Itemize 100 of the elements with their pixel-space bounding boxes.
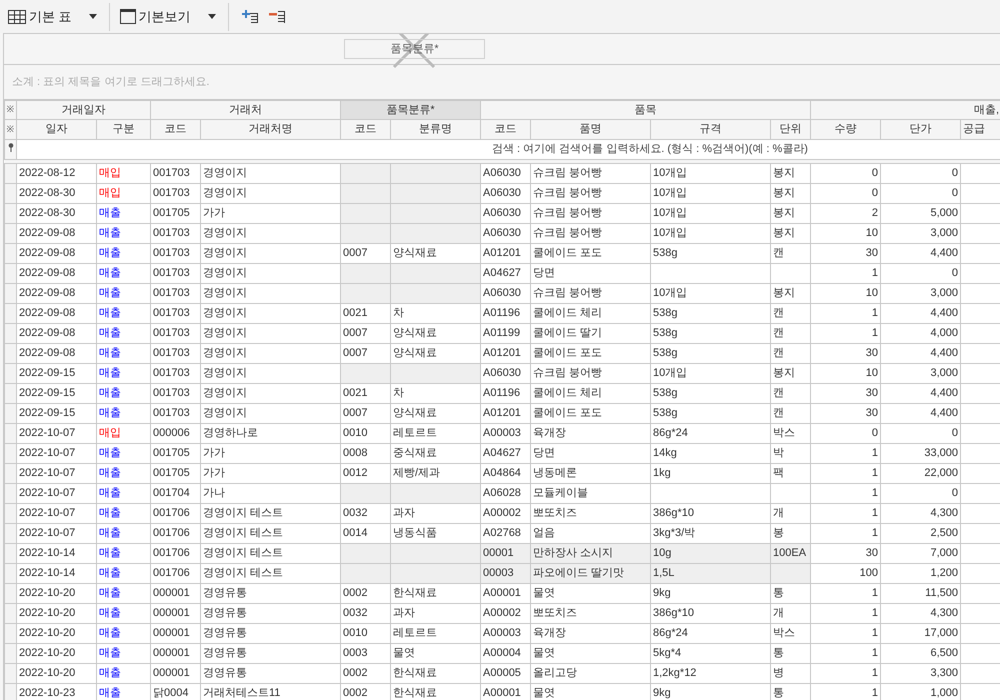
table-view-dropdown[interactable]: 기본 표 <box>2 2 105 30</box>
table-cell: 봉지 <box>770 364 810 384</box>
table-cell: 개 <box>770 604 810 624</box>
table-cell: 1 <box>810 524 880 544</box>
group-by-hint: 소계 : 표의 제목을 여기로 드래그하세요. <box>12 74 210 90</box>
table-cell: 538g <box>650 384 770 404</box>
table-cell: 개 <box>770 504 810 524</box>
group-by-chip[interactable]: 품목분류* <box>344 39 485 59</box>
table-cell: 레토르트 <box>390 624 480 644</box>
table-cell: 0010 <box>340 624 390 644</box>
table-cell: 1 <box>810 324 880 344</box>
table-cell: 1 <box>810 684 880 700</box>
table-cell: 86g*24 <box>650 624 770 644</box>
table-cell: 1,200 <box>880 564 960 584</box>
table-cell: 매출 <box>96 284 150 304</box>
table-cell: 냉동메론 <box>530 464 650 484</box>
table-cell: 2022-10-20 <box>16 584 96 604</box>
table-cell: 냉동식품 <box>390 524 480 544</box>
table-cell: A06030 <box>480 284 530 304</box>
table-cell: 0 <box>880 424 960 444</box>
table-cell: 캔 <box>770 384 810 404</box>
caret-icon <box>88 14 97 19</box>
table-cell: 33,000 <box>880 444 960 464</box>
table-cell: 001703 <box>150 324 200 344</box>
table-cell: 경영하나로 <box>200 424 340 444</box>
table-cell: 2022-10-07 <box>16 484 96 504</box>
column-group-header[interactable]: 거래일자 <box>16 100 150 120</box>
table-cell: 가가 <box>200 204 340 224</box>
table-cell: 0021 <box>340 384 390 404</box>
table-cell: A01201 <box>480 244 530 264</box>
table-cell: 001703 <box>150 284 200 304</box>
table-cell: 10개입 <box>650 284 770 304</box>
table-cell: 001703 <box>150 304 200 324</box>
column-group-header[interactable]: 거래처 <box>150 100 340 120</box>
table-cell: 2022-10-07 <box>16 464 96 484</box>
table-cell: 10 <box>810 224 880 244</box>
table-cell: 경영이지 테스트 <box>200 524 340 544</box>
table-cell: 1 <box>810 484 880 504</box>
table-cell: 5,000 <box>880 204 960 224</box>
table-cell: 거래처테스트11 <box>200 684 340 700</box>
table-cell: 매출 <box>96 544 150 564</box>
table-cell: 1 <box>810 304 880 324</box>
table-cell: 매출 <box>96 244 150 264</box>
table-cell: 과자 <box>390 504 480 524</box>
table-cell: 2022-09-15 <box>16 384 96 404</box>
table-cell: 1 <box>810 624 880 644</box>
table-cell: 통 <box>770 644 810 664</box>
table-cell: 001703 <box>150 264 200 284</box>
table-cell: 0007 <box>340 244 390 264</box>
table-cell: 매출 <box>96 624 150 644</box>
table-cell: 386g*10 <box>650 504 770 524</box>
search-row[interactable]: 검색 : 여기에 검색어를 입력하세요. (형식 : %검색어)(예 : %콜라) <box>17 141 1000 158</box>
table-cell: 쿨에이드 체리 <box>530 304 650 324</box>
table-cell: 쿨에이드 체리 <box>530 384 650 404</box>
table-cell: 2022-09-08 <box>16 304 96 324</box>
table-cell: 가가 <box>200 464 340 484</box>
table-cell: 경영이지 <box>200 244 340 264</box>
table-cell: 10 <box>810 364 880 384</box>
table-cell: 11,500 <box>880 584 960 604</box>
table-cell: 당면 <box>530 444 650 464</box>
table-cell: 2 <box>810 204 880 224</box>
table-cell: 0 <box>880 264 960 284</box>
table-cell: 30 <box>810 244 880 264</box>
table-cell: 0021 <box>340 304 390 324</box>
table-cell: A00003 <box>480 624 530 644</box>
table-cell: 매출 <box>96 564 150 584</box>
table-cell: 중식재료 <box>390 444 480 464</box>
table-cell: 물엿 <box>530 584 650 604</box>
table-cell: 모듈케이블 <box>530 484 650 504</box>
table-cell: 2,500 <box>880 524 960 544</box>
table-cell: 001705 <box>150 204 200 224</box>
caret-icon <box>208 14 216 19</box>
table-cell: 육개장 <box>530 424 650 444</box>
table-cell: 양식재료 <box>390 344 480 364</box>
table-cell: A02768 <box>480 524 530 544</box>
table-cell: 386g*10 <box>650 604 770 624</box>
table-cell: 봉지 <box>770 224 810 244</box>
table-cell: 2022-09-15 <box>16 364 96 384</box>
table-cell: 물엿 <box>530 684 650 700</box>
table-cell: 0 <box>880 484 960 504</box>
table-cell: 5kg*4 <box>650 644 770 664</box>
table-cell: 4,400 <box>880 404 960 424</box>
table-cell: 쿨에이드 포도 <box>530 344 650 364</box>
table-cell: 쿨에이드 딸기 <box>530 324 650 344</box>
column-group-header[interactable]: 품목분류* <box>340 100 480 120</box>
column-group-header[interactable]: 매출, <box>810 100 1000 120</box>
table-cell: 2022-10-14 <box>16 564 96 584</box>
column-group-header[interactable]: 품목 <box>480 100 810 120</box>
table-cell: 9kg <box>650 584 770 604</box>
table-cell: 4,300 <box>880 504 960 524</box>
table-cell: 538g <box>650 244 770 264</box>
table-cell: 000001 <box>150 644 200 664</box>
table-cell: 슈크림 붕어빵 <box>530 204 650 224</box>
table-cell: 001703 <box>150 244 200 264</box>
table-cell: 001703 <box>150 164 200 184</box>
add-row-icon <box>242 10 259 24</box>
view-dropdown[interactable]: 기본보기 <box>114 2 224 30</box>
table-cell: 2022-10-23 <box>16 684 96 700</box>
table-cell: 2022-08-12 <box>16 164 96 184</box>
table-cell: 538g <box>650 324 770 344</box>
